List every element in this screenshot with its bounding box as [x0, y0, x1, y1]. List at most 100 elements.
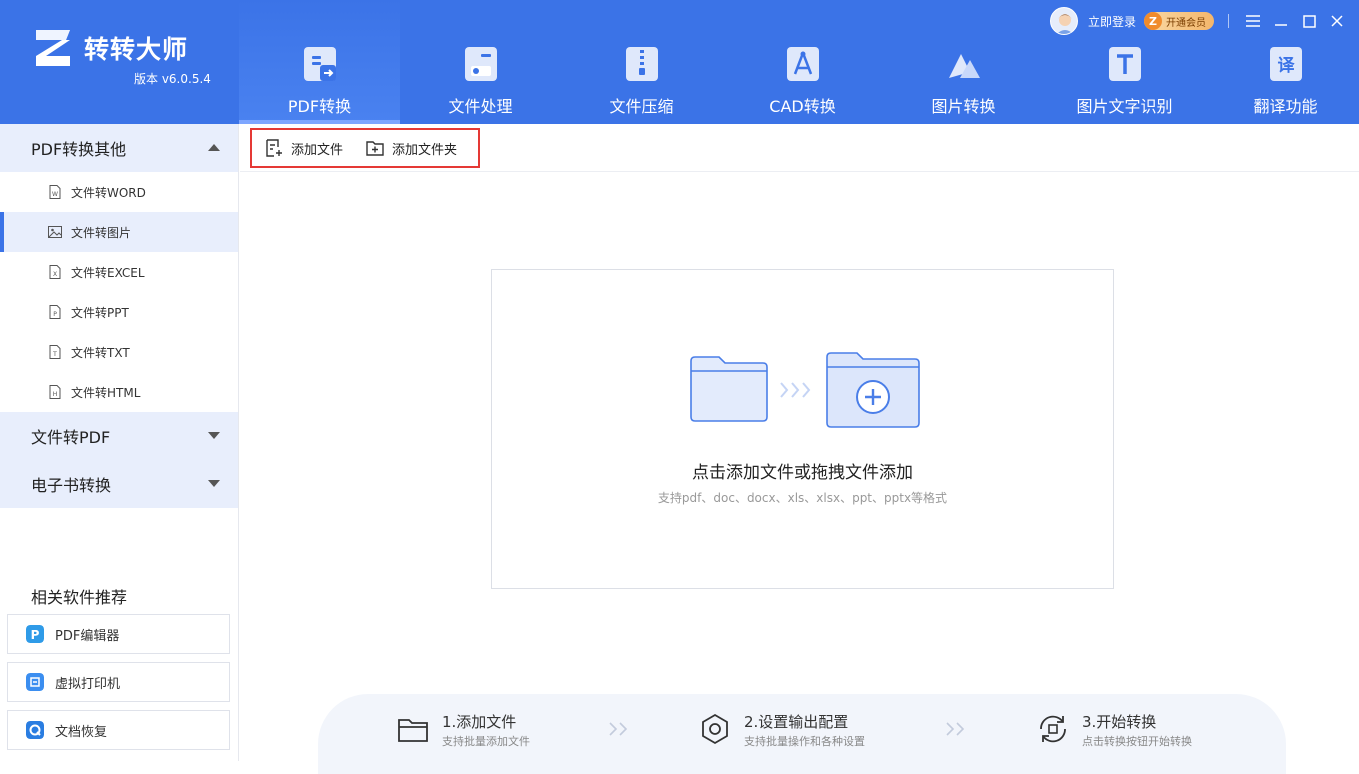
vip-icon: Z [1144, 12, 1162, 30]
tab-label: 图片转换 [931, 97, 996, 116]
recommend-pdf-editor[interactable]: P PDF编辑器 [7, 614, 230, 654]
svg-text:T: T [52, 351, 57, 358]
sidebar-item-label: 文件转WORD [71, 185, 146, 200]
sidebar-item-to-html[interactable]: H 文件转HTML [0, 372, 238, 412]
close-button[interactable] [1323, 6, 1351, 36]
add-file-label: 添加文件 [291, 142, 344, 158]
recommend-recovery[interactable]: 文档恢复 [7, 710, 230, 750]
vip-label: 开通会员 [1166, 17, 1206, 29]
word-file-icon: W [49, 185, 61, 199]
step-title: 1.添加文件 [442, 713, 517, 731]
toolbar-highlight: 添加文件 添加文件夹 [250, 128, 480, 168]
excel-file-icon: X [49, 265, 61, 279]
sidebar-item-label: 文件转HTML [71, 385, 141, 400]
svg-text:H: H [53, 391, 58, 398]
tab-pdf-convert[interactable]: PDF转换 [239, 0, 400, 124]
pdf-editor-icon: P [26, 625, 44, 643]
tab-label: PDF转换 [287, 97, 352, 116]
add-folder-icon [366, 141, 384, 156]
add-folder-label: 添加文件夹 [392, 142, 458, 158]
svg-text:W: W [52, 191, 58, 198]
add-file-icon [266, 139, 282, 157]
ppt-file-icon: P [49, 305, 61, 319]
recovery-icon [26, 721, 44, 739]
step-output-config: 2.设置输出配置 支持批量操作和各种设置 [698, 712, 865, 749]
caret-down-icon [208, 432, 220, 439]
sidebar-item-to-ppt[interactable]: P 文件转PPT [0, 292, 238, 332]
toolbar: 添加文件 添加文件夹 [240, 124, 1359, 172]
tab-label: 翻译功能 [1253, 97, 1318, 116]
avatar[interactable] [1049, 7, 1078, 35]
pdf-convert-icon [303, 47, 336, 81]
app-header: 转转大师 版本 v6.0.5.4 PDF转换 文件处理 文件压缩 CAD转换 图… [0, 0, 1359, 124]
tab-label: 文件压缩 [609, 97, 674, 116]
step-add-file: 1.添加文件 支持批量添加文件 [396, 712, 530, 749]
ocr-icon [1108, 47, 1141, 81]
recommend-label: 文档恢复 [55, 724, 108, 740]
caret-down-icon [208, 480, 220, 487]
tab-label: 文件处理 [448, 97, 513, 116]
sidebar: PDF转换其他 W 文件转WORD 文件转图片 X 文件转EXCEL P 文件转… [0, 124, 239, 761]
cad-icon [786, 47, 819, 81]
html-file-icon: H [49, 385, 61, 399]
step-title: 2.设置输出配置 [744, 713, 849, 731]
svg-text:译: 译 [1277, 56, 1295, 76]
vip-button[interactable]: Z 开通会员 [1144, 12, 1214, 30]
logo-icon [32, 28, 74, 68]
svg-text:P: P [53, 311, 57, 318]
recommend-label: 虚拟打印机 [55, 676, 121, 692]
sidebar-item-label: 文件转EXCEL [71, 265, 145, 280]
steps-bar: 1.添加文件 支持批量添加文件 2.设置输出配置 支持批量操作和各种设置 3.开… [318, 694, 1286, 774]
sidebar-item-label: 文件转TXT [71, 345, 130, 360]
group-pdf-convert-other[interactable]: PDF转换其他 [0, 124, 238, 172]
tab-image-convert[interactable]: 图片转换 [883, 0, 1044, 124]
menu-icon [1246, 15, 1260, 27]
tab-file-zip[interactable]: 文件压缩 [561, 0, 722, 124]
step-title: 3.开始转换 [1082, 713, 1157, 731]
group-ebook-convert[interactable]: 电子书转换 [0, 460, 238, 508]
translate-icon: 译 [1269, 47, 1302, 81]
recommend-printer[interactable]: 虚拟打印机 [7, 662, 230, 702]
step-desc: 支持批量操作和各种设置 [744, 735, 865, 748]
chevron-right-icon [946, 722, 965, 736]
maximize-button[interactable] [1295, 6, 1323, 36]
sidebar-item-to-excel[interactable]: X 文件转EXCEL [0, 252, 238, 292]
group-label: 电子书转换 [31, 476, 112, 495]
close-icon [1331, 15, 1343, 27]
app-name: 转转大师 [84, 35, 189, 64]
recommend-label: PDF编辑器 [55, 628, 120, 644]
svg-text:P: P [31, 628, 40, 642]
recommend-title: 相关软件推荐 [31, 588, 128, 607]
add-folder-button[interactable]: 添加文件夹 [365, 138, 457, 158]
step-start-convert: 3.开始转换 点击转换按钮开始转换 [1036, 712, 1192, 749]
printer-icon [26, 673, 44, 691]
divider [1228, 14, 1229, 28]
caret-up-icon [208, 144, 220, 151]
add-file-button[interactable]: 添加文件 [264, 138, 343, 158]
minimize-icon [1275, 24, 1287, 26]
image-convert-icon [948, 54, 980, 78]
tab-cad[interactable]: CAD转换 [722, 0, 883, 124]
user-bar: 立即登录 Z 开通会员 [1049, 6, 1359, 36]
group-file-to-pdf[interactable]: 文件转PDF [0, 412, 238, 460]
app-logo: 转转大师 [32, 28, 188, 68]
drop-zone-formats: 支持pdf、doc、docx、xls、xlsx、ppt、pptx等格式 [657, 491, 948, 505]
group-label: 文件转PDF [31, 428, 111, 447]
login-link[interactable]: 立即登录 [1088, 13, 1136, 30]
sidebar-item-to-image[interactable]: 文件转图片 [0, 212, 238, 252]
drop-zone[interactable]: 点击添加文件或拖拽文件添加 支持pdf、doc、docx、xls、xlsx、pp… [491, 269, 1114, 589]
tab-file-process[interactable]: 文件处理 [400, 0, 561, 124]
tab-label: CAD转换 [769, 97, 836, 116]
tab-label: 图片文字识别 [1076, 97, 1173, 116]
step-desc: 支持批量添加文件 [442, 735, 530, 748]
sidebar-item-to-txt[interactable]: T 文件转TXT [0, 332, 238, 372]
maximize-icon [1302, 14, 1316, 28]
convert-icon [1040, 715, 1066, 743]
svg-text:X: X [53, 271, 57, 278]
step-desc: 点击转换按钮开始转换 [1082, 735, 1192, 748]
menu-button[interactable] [1239, 6, 1267, 36]
sidebar-item-to-word[interactable]: W 文件转WORD [0, 172, 238, 212]
chevron-right-icon [609, 722, 628, 736]
minimize-button[interactable] [1267, 6, 1295, 36]
folder-transfer-illustration [690, 352, 920, 428]
